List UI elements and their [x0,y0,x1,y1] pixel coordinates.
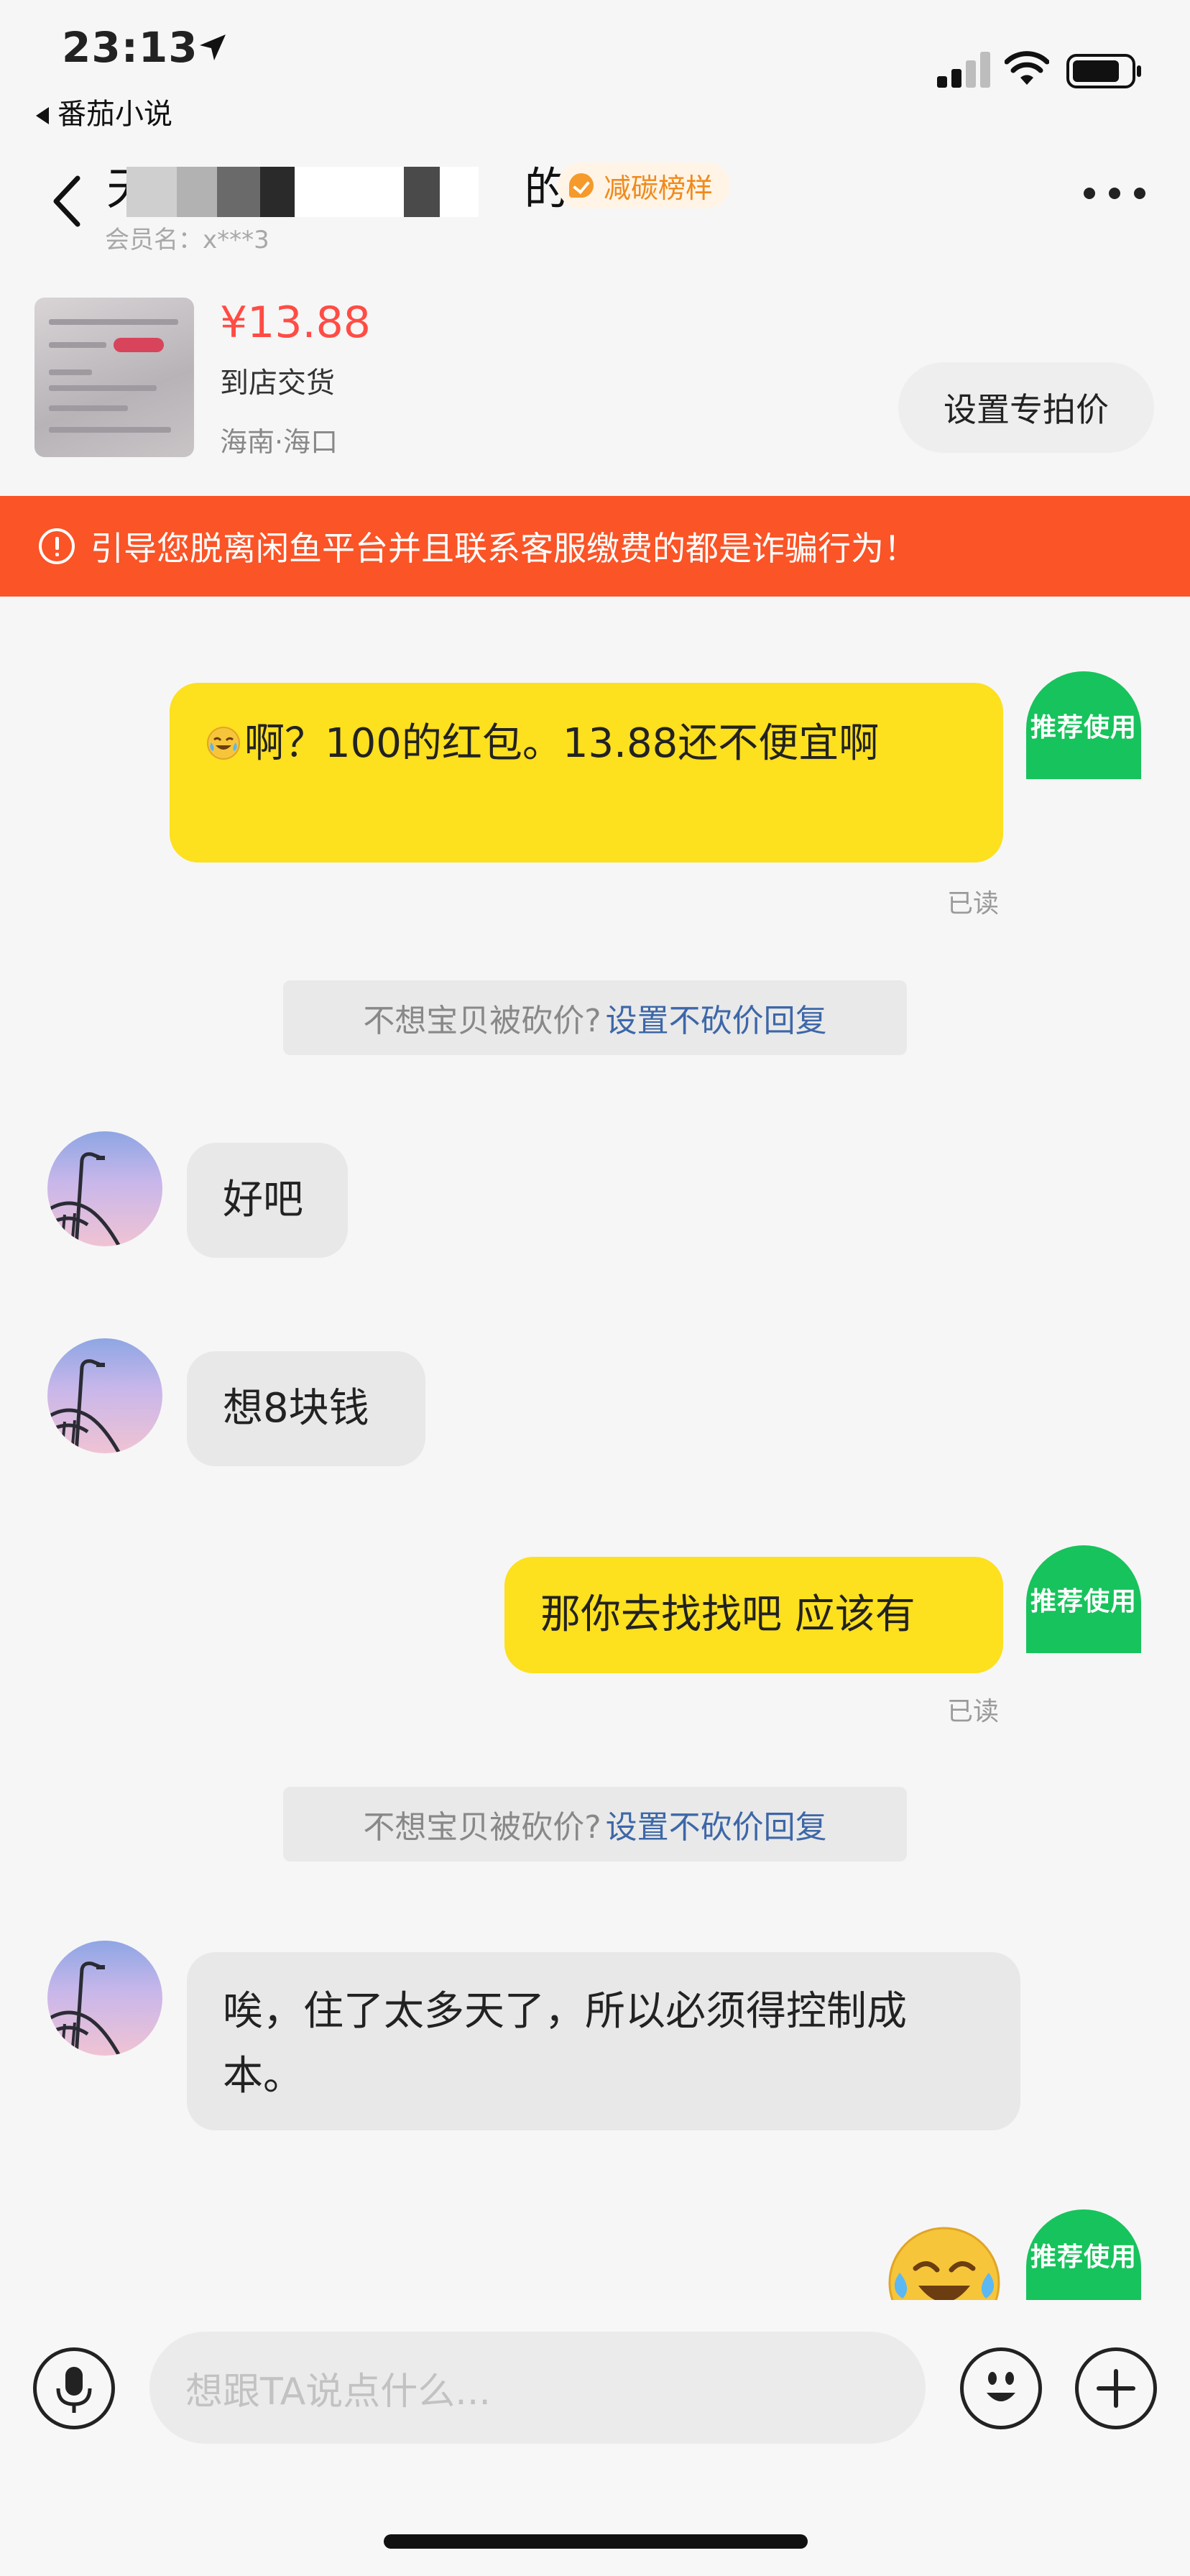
product-location: 海南·海口 [220,426,338,458]
message-bubble-in[interactable]: 唉，住了太多天了，所以必须得控制成本。 [187,1952,1020,2130]
set-no-bargain-reply-link[interactable]: 设置不砍价回复 [606,1801,827,1847]
recommend-use-badge[interactable]: 推荐使用 [1026,2209,1141,2300]
message-text: 啊？100的红包。13.88还不便宜啊 [244,720,880,767]
message-text: 唉，住了太多天了，所以必须得控制成本。 [223,1988,907,2099]
low-carbon-badge[interactable]: 减碳榜样 [558,162,731,208]
set-special-price-button[interactable]: 设置专拍价 [898,362,1154,453]
location-arrow-icon [200,34,226,60]
status-time: 23:13 [62,23,198,72]
emoji-icon [987,2372,1015,2401]
back-to-app-link[interactable]: 番茄小说 [36,91,172,132]
leaf-icon [569,173,594,198]
signal-icon [937,52,990,88]
read-status: 已读 [947,889,1000,919]
no-bargain-tip: 不想宝贝被砍价? 设置不砍价回复 [283,980,907,1055]
avatar-streetlamp-image [47,1359,121,1453]
recommend-use-badge[interactable]: 推荐使用 [1026,1545,1141,1653]
avatar[interactable] [47,1941,162,2056]
message-bubble-out[interactable]: 啊？100的红包。13.88还不便宜啊 [170,683,1003,862]
warning-icon [39,528,75,564]
message-text: 好吧 [223,1177,303,1223]
redacted-name-mask [126,167,479,217]
back-icon[interactable] [46,172,89,230]
avatar[interactable] [47,1131,162,1246]
no-bargain-tip: 不想宝贝被砍价? 设置不砍价回复 [283,1787,907,1862]
microphone-icon [56,2367,92,2413]
more-icon[interactable] [1084,183,1145,204]
recommend-use-badge[interactable]: 推荐使用 [1026,671,1141,779]
message-bubble-out[interactable]: 那你去找找吧 应该有 [504,1557,1003,1673]
member-name: 会员名：x***3 [105,226,269,254]
back-app-label: 番茄小说 [57,98,172,131]
message-text: 那你去找找吧 应该有 [540,1591,915,1638]
message-input[interactable]: 想跟TA说点什么... [149,2332,926,2444]
message-text: 想8块钱 [223,1385,369,1432]
microphone-button[interactable] [33,2347,115,2429]
plus-icon [1097,2369,1135,2408]
back-triangle-icon [36,107,49,124]
message-bubble-in[interactable]: 想8块钱 [187,1351,425,1466]
delivery-method: 到店交货 [220,367,335,400]
set-no-bargain-reply-link[interactable]: 设置不砍价回复 [606,995,827,1041]
fraud-warning-banner: 引导您脱离闲鱼平台并且联系客服缴费的都是诈骗行为！ [0,496,1190,597]
plus-button[interactable] [1075,2347,1157,2429]
badge-label: 减碳榜样 [604,172,714,204]
crying-laughing-sticker-icon[interactable] [887,2225,1002,2300]
product-price: ¥13.88 [220,298,371,348]
home-indicator [384,2534,808,2549]
tip-text: 不想宝贝被砍价? [363,1809,601,1846]
battery-icon [1066,54,1141,88]
warning-text: 引导您脱离闲鱼平台并且联系客服缴费的都是诈骗行为！ [91,529,917,568]
message-input-placeholder: 想跟TA说点什么... [185,2370,491,2414]
read-status: 已读 [947,1697,1000,1726]
emoji-button[interactable] [960,2347,1042,2429]
message-bubble-in[interactable]: 好吧 [187,1143,348,1258]
product-thumbnail[interactable] [34,298,194,457]
avatar-streetlamp-image [47,1961,121,2056]
avatar[interactable] [47,1338,162,1453]
wifi-icon [1005,51,1049,85]
tip-text: 不想宝贝被砍价? [363,1003,601,1039]
crying-laughing-emoji-icon [207,727,240,760]
avatar-streetlamp-image [47,1152,121,1246]
